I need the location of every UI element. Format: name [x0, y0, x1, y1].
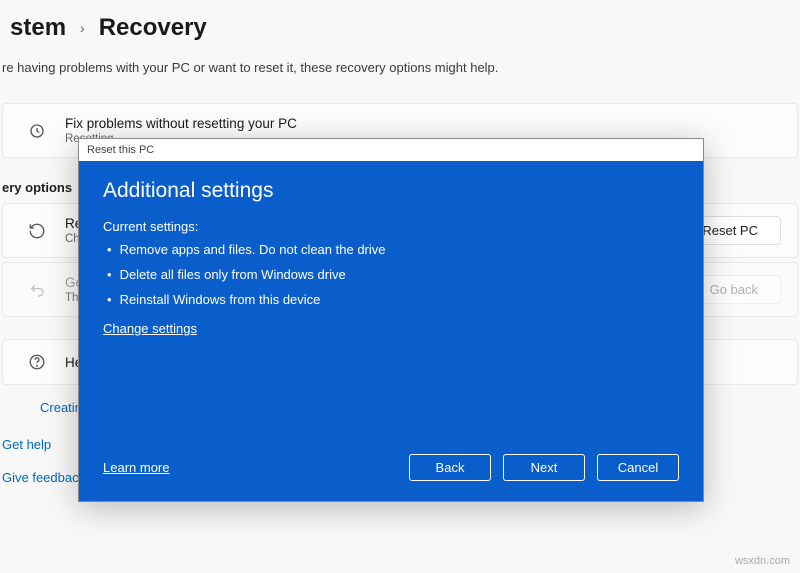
reset-pc-dialog: Reset this PC Additional settings Curren… — [78, 138, 704, 502]
give-feedback-link[interactable]: Give feedback — [2, 470, 85, 485]
card-title: Fix problems without resetting your PC — [65, 116, 781, 131]
goback-icon — [27, 280, 47, 300]
page-header: stem › Recovery re having problems with … — [20, 0, 780, 75]
dialog-subheading: Current settings: — [103, 219, 679, 234]
chevron-right-icon: › — [80, 20, 85, 36]
dialog-titlebar: Reset this PC — [79, 139, 703, 161]
next-button[interactable]: Next — [503, 454, 585, 481]
get-help-link[interactable]: Get help — [2, 437, 51, 452]
breadcrumb-parent[interactable]: stem — [10, 14, 66, 42]
troubleshoot-icon — [27, 121, 47, 141]
list-item: Reinstall Windows from this device — [107, 292, 679, 307]
breadcrumb: stem › Recovery — [10, 14, 780, 42]
cancel-button[interactable]: Cancel — [597, 454, 679, 481]
help-icon — [27, 352, 47, 372]
settings-list: Remove apps and files. Do not clean the … — [107, 242, 679, 317]
page-subtitle: re having problems with your PC or want … — [2, 60, 780, 75]
list-item: Remove apps and files. Do not clean the … — [107, 242, 679, 257]
back-button[interactable]: Back — [409, 454, 491, 481]
reset-icon — [27, 221, 47, 241]
watermark: wsxdn.com — [735, 555, 790, 567]
dialog-heading: Additional settings — [103, 179, 679, 203]
learn-more-link[interactable]: Learn more — [103, 460, 169, 475]
change-settings-link[interactable]: Change settings — [103, 321, 679, 336]
breadcrumb-current: Recovery — [99, 14, 207, 42]
list-item: Delete all files only from Windows drive — [107, 267, 679, 282]
